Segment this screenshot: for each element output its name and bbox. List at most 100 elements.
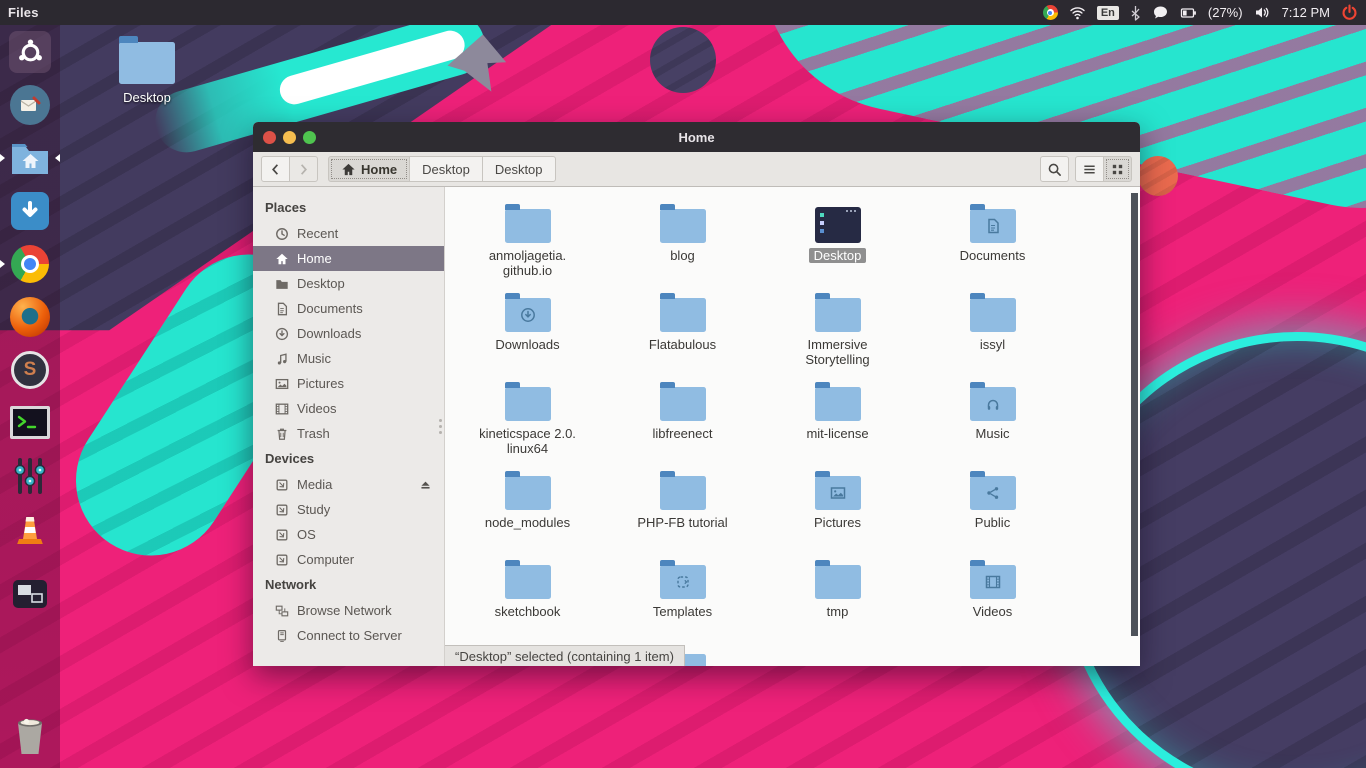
file-item-immersive-storytelling[interactable]: ImmersiveStorytelling <box>760 290 915 379</box>
file-item-libfreenect[interactable]: libfreenect <box>605 379 760 468</box>
battery-icon[interactable] <box>1180 5 1197 21</box>
folder-icon <box>660 387 706 421</box>
sidebar-item-connect-to-server[interactable]: Connect to Server <box>253 623 444 648</box>
dock-download-manager[interactable] <box>0 184 60 237</box>
file-item-downloads[interactable]: Downloads <box>450 290 605 379</box>
sublime-logo-icon: S <box>11 351 49 389</box>
file-item-mit-license[interactable]: mit-license <box>760 379 915 468</box>
file-item-templates[interactable]: Templates <box>605 557 760 646</box>
sidebar-item-trash[interactable]: Trash <box>253 421 444 446</box>
folder-icon <box>275 277 289 291</box>
search-button[interactable] <box>1040 156 1069 182</box>
file-label: ImmersiveStorytelling <box>805 337 869 367</box>
window-titlebar[interactable]: Home <box>253 122 1140 152</box>
terminal-prompt-icon <box>15 412 45 434</box>
file-item-kineticspace-2-0-linux64[interactable]: kineticspace 2.0.linux64 <box>450 379 605 468</box>
sidebar-item-media[interactable]: Media <box>253 472 444 497</box>
sidebar-item-desktop[interactable]: Desktop <box>253 271 444 296</box>
keyboard-layout-indicator[interactable]: En <box>1097 6 1119 20</box>
grid-view-button[interactable] <box>1103 156 1132 182</box>
file-item-pictures[interactable]: Pictures <box>760 468 915 557</box>
back-button[interactable] <box>261 156 290 182</box>
file-label: Desktop <box>809 248 867 263</box>
minimize-button[interactable] <box>283 131 296 144</box>
sliders-icon <box>13 457 47 495</box>
desktop-shortcut-folder[interactable]: Desktop <box>112 34 182 105</box>
sidebar-item-browse-network[interactable]: Browse Network <box>253 598 444 623</box>
chev-l-icon <box>268 162 283 177</box>
power-icon[interactable] <box>1341 4 1358 21</box>
folder-icon <box>815 476 861 510</box>
sidebar-item-documents[interactable]: Documents <box>253 296 444 321</box>
clock[interactable]: 7:12 PM <box>1282 5 1330 20</box>
file-label: Public <box>975 515 1010 530</box>
file-label: Templates <box>653 604 712 619</box>
dock-trash[interactable] <box>0 709 60 762</box>
folder-icon <box>970 298 1016 332</box>
dock-sublime-text[interactable]: S <box>0 343 60 396</box>
file-item-anmoljagetia-github-io[interactable]: anmoljagetia.github.io <box>450 201 605 290</box>
dock-settings-sliders[interactable] <box>0 449 60 502</box>
sidebar-item-downloads[interactable]: Downloads <box>253 321 444 346</box>
sidebar-item-os[interactable]: OS <box>253 522 444 547</box>
active-app-name[interactable]: Files <box>8 5 39 20</box>
file-item-flatabulous[interactable]: Flatabulous <box>605 290 760 379</box>
download-icon <box>275 327 289 341</box>
eject-button[interactable] <box>419 478 432 491</box>
chrome-indicator-icon[interactable] <box>1043 5 1058 20</box>
launcher-dock: S <box>0 25 60 768</box>
dock-workspace-switcher[interactable] <box>0 567 60 620</box>
sidebar-item-music[interactable]: Music <box>253 346 444 371</box>
file-item-php-fb-tutorial[interactable]: PHP-FB tutorial <box>605 468 760 557</box>
maximize-button[interactable] <box>303 131 316 144</box>
breadcrumb-desktop[interactable]: Desktop <box>482 156 556 182</box>
download-arrow-icon <box>19 200 41 222</box>
focused-indicator <box>55 154 60 162</box>
folder-icon <box>970 209 1016 243</box>
file-item-desktop[interactable]: Desktop <box>760 201 915 290</box>
forward-button[interactable] <box>289 156 318 182</box>
file-item-issyl[interactable]: issyl <box>915 290 1070 379</box>
dock-ubuntu-dash[interactable] <box>0 25 60 78</box>
file-item-videos[interactable]: Videos <box>915 557 1070 646</box>
drive-icon <box>275 528 289 542</box>
list-view-button[interactable] <box>1075 156 1104 182</box>
breadcrumb-desktop[interactable]: Desktop <box>409 156 483 182</box>
folder-icon <box>505 298 551 332</box>
dock-chrome[interactable] <box>0 237 60 290</box>
dock-files-app[interactable] <box>0 131 60 184</box>
server-icon <box>275 629 289 643</box>
download-icon <box>520 307 536 323</box>
file-manager-window: Home HomeDesktopDesktop PlacesRecentHome… <box>253 122 1140 666</box>
sidebar-item-home[interactable]: Home <box>253 246 444 271</box>
system-tray: En (27%) 7:12 PM <box>1043 4 1358 21</box>
file-label: Pictures <box>814 515 861 530</box>
file-item-music[interactable]: Music <box>915 379 1070 468</box>
sidebar-item-videos[interactable]: Videos <box>253 396 444 421</box>
dock-terminal[interactable] <box>0 396 60 449</box>
sidebar-item-study[interactable]: Study <box>253 497 444 522</box>
sidebar-item-recent[interactable]: Recent <box>253 221 444 246</box>
home-icon <box>341 162 356 177</box>
file-item-node-modules[interactable]: node_modules <box>450 468 605 557</box>
dock-vlc[interactable] <box>0 502 60 555</box>
wifi-icon[interactable] <box>1069 6 1086 20</box>
bluetooth-icon[interactable] <box>1130 5 1141 21</box>
sidebar-resize-grip[interactable] <box>439 419 442 422</box>
file-item-documents[interactable]: Documents <box>915 201 1070 290</box>
vertical-scrollbar[interactable] <box>1129 187 1140 666</box>
dock-firefox[interactable] <box>0 290 60 343</box>
dock-mail-app[interactable] <box>0 78 60 131</box>
close-button[interactable] <box>263 131 276 144</box>
volume-icon[interactable] <box>1254 5 1271 20</box>
file-item-blog[interactable]: blog <box>605 201 760 290</box>
file-item-public[interactable]: Public <box>915 468 1070 557</box>
file-item-tmp[interactable]: tmp <box>760 557 915 646</box>
sidebar-item-pictures[interactable]: Pictures <box>253 371 444 396</box>
sidebar-item-computer[interactable]: Computer <box>253 547 444 572</box>
file-item-sketchbook[interactable]: sketchbook <box>450 557 605 646</box>
scrollbar-thumb[interactable] <box>1131 193 1138 636</box>
breadcrumb-home[interactable]: Home <box>328 156 410 182</box>
file-label: anmoljagetia.github.io <box>489 248 566 278</box>
messages-icon[interactable] <box>1152 5 1169 20</box>
